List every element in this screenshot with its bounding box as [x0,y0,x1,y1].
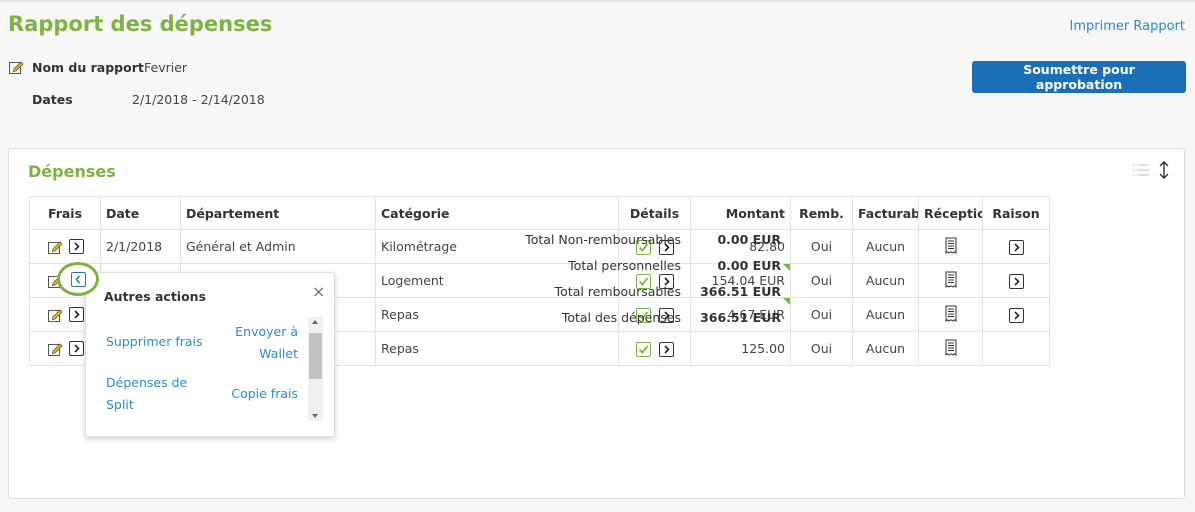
report-dates-row: Dates 2/1/2018 - 2/14/2018 [8,92,265,107]
copy-expense-link[interactable]: Copie frais [226,383,298,405]
split-expense-link[interactable]: Dépenses de Split [106,372,196,416]
report-name-row: Nom du rapport Fevrier [8,59,187,75]
receipt-cell [918,229,983,264]
report-name-label: Nom du rapport [32,59,144,75]
reason-expand-icon[interactable] [1008,273,1024,289]
reason-cell [982,263,1050,298]
total-row: Total personnelles 0.00 EUR [420,252,820,278]
billable-cell: Aucun [852,229,919,264]
col-details[interactable]: Détails [618,196,691,230]
frais-cell [29,229,101,264]
list-icon[interactable] [1133,164,1149,180]
check-icon[interactable] [635,341,651,357]
send-to-wallet-link[interactable]: Envoyer à Wallet [226,321,298,365]
receipt-cell [918,331,983,366]
col-frais[interactable]: Frais [29,196,101,230]
edit-icon[interactable] [47,341,63,357]
scroll-down-icon[interactable] [312,414,318,418]
sort-icon[interactable] [1159,161,1169,183]
expand-icon[interactable] [68,239,84,255]
total-label: Total personnelles [568,257,681,273]
collapse-actions-button[interactable] [57,262,99,296]
receipt-icon[interactable] [945,237,957,257]
expenses-title: Dépenses [28,162,116,181]
col-remb[interactable]: Remb. [790,196,853,230]
report-name-value: Fevrier [144,59,188,75]
col-raison[interactable]: Raison [982,196,1050,230]
total-label: Total remboursables [554,283,681,299]
amount-cell: 125.00 [690,331,791,366]
remb-cell: Oui [790,331,853,366]
total-row: Total Non-remboursables 0.00 EUR [420,226,820,252]
total-row: Total remboursables 366.51 EUR [420,278,820,304]
pencil-icon[interactable] [8,59,24,75]
edit-icon[interactable] [47,239,63,255]
total-row: Total des dépenses 366.51 EUR [420,304,820,330]
col-reception[interactable]: Réception [918,196,983,230]
report-dates-value: 2/1/2018 - 2/14/2018 [132,92,265,107]
col-date[interactable]: Date [100,196,181,230]
expand-icon[interactable] [68,307,84,323]
total-value: 366.51 EUR [700,283,781,299]
details-expand-icon[interactable] [658,341,674,357]
other-actions-popover: Autres actions × Supprimer frais Envoyer… [85,272,335,437]
total-value: 366.51 EUR [700,309,781,325]
page-title: Rapport des dépenses [8,12,273,36]
department-cell: Général et Admin [180,229,376,264]
total-label: Total Non-remboursables [525,231,681,247]
total-value: 0.00 EUR [717,231,781,247]
totals-block: Total Non-remboursables 0.00 EUR Total pe… [420,226,820,330]
reason-cell [982,297,1050,332]
billable-cell: Aucun [852,297,919,332]
total-value: 0.00 EUR [717,257,781,273]
scroll-thumb[interactable] [309,333,322,379]
receipt-cell [918,297,983,332]
date-cell: 2/1/2018 [100,229,181,264]
amount-value: 125.00 [741,341,785,356]
col-montant[interactable]: Montant [690,196,791,230]
total-label: Total des dépenses [561,309,681,325]
billable-cell: Aucun [852,331,919,366]
edit-icon[interactable] [47,307,63,323]
report-dates-label: Dates [32,92,73,107]
reason-cell [982,229,1050,264]
print-report-link[interactable]: Imprimer Rapport [1070,19,1185,34]
scroll-up-icon[interactable] [312,320,318,324]
col-departement[interactable]: Département [180,196,376,230]
receipt-icon[interactable] [945,271,957,291]
reason-cell [982,331,1050,366]
details-cell [618,331,691,366]
reason-expand-icon[interactable] [1008,239,1024,255]
receipt-icon[interactable] [945,339,957,359]
top-border [0,0,1195,2]
receipt-cell [918,263,983,298]
receipt-icon[interactable] [945,305,957,325]
billable-cell: Aucun [852,263,919,298]
table-header-row: Frais Date Département Catégorie Détails… [29,196,1050,230]
popover-scrollbar[interactable] [308,317,323,421]
expand-icon[interactable] [68,341,84,357]
collapse-icon[interactable] [70,271,86,287]
delete-expense-link[interactable]: Supprimer frais [106,331,203,353]
submit-for-approval-button[interactable]: Soumettre pour approbation [972,61,1186,93]
col-categorie[interactable]: Catégorie [375,196,619,230]
category-cell: Repas [375,331,619,366]
reason-expand-icon[interactable] [1008,307,1024,323]
col-facturable[interactable]: Facturabl [852,196,919,230]
popover-title: Autres actions [104,289,207,304]
close-icon[interactable]: × [312,282,325,301]
